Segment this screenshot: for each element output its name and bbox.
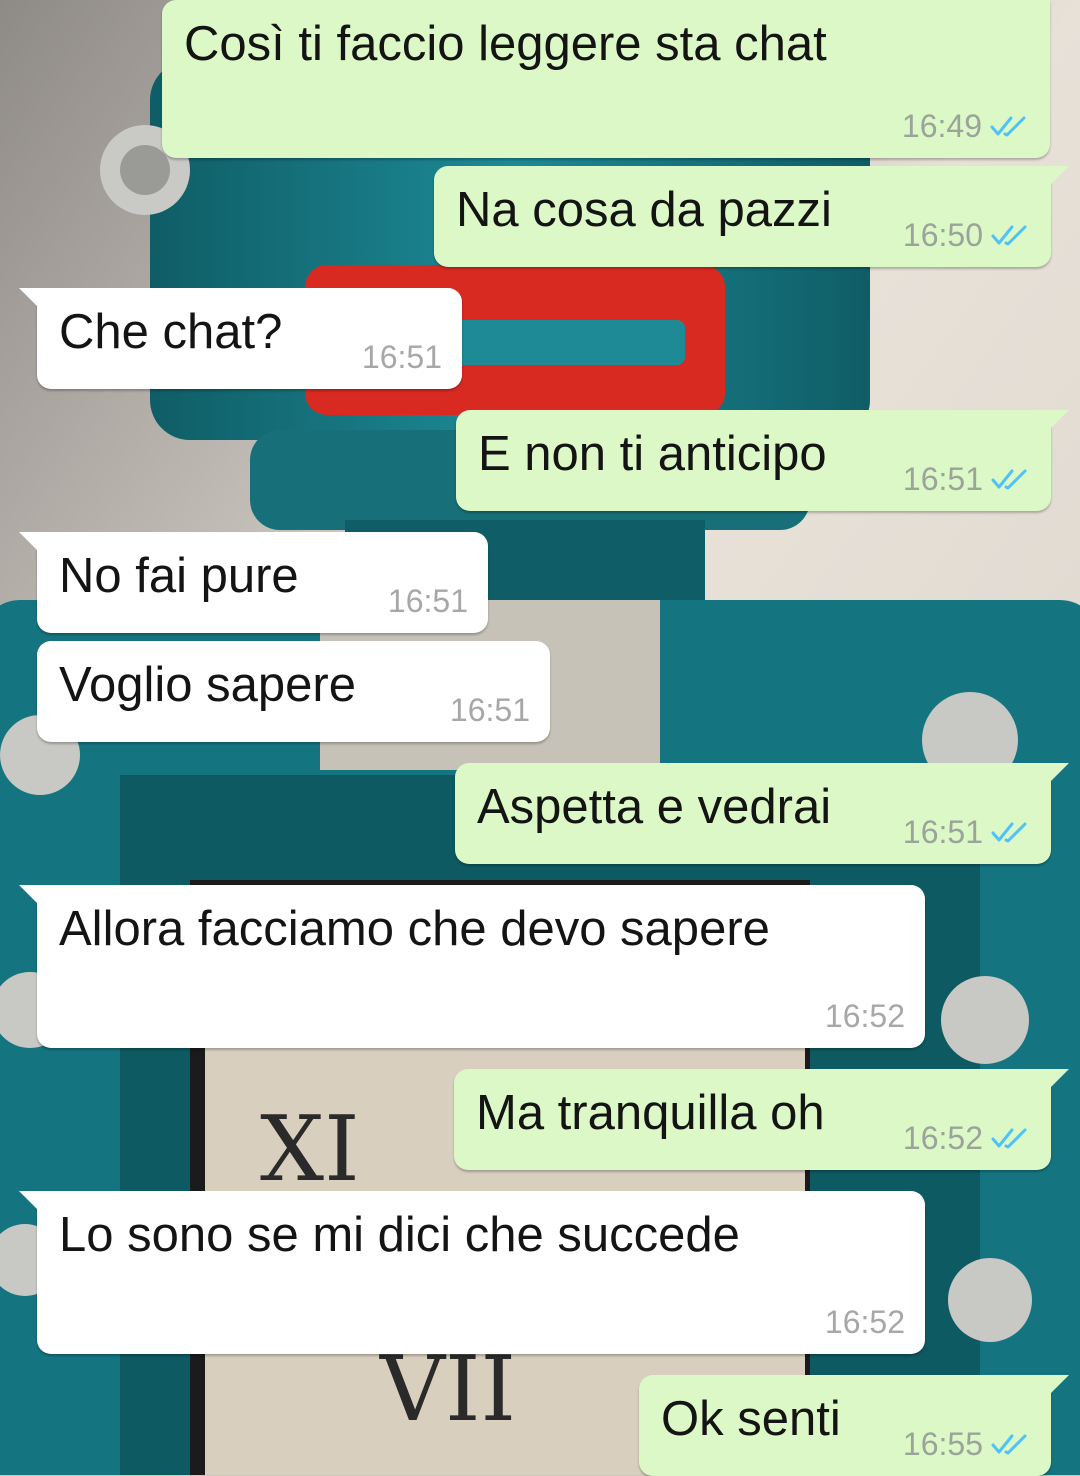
message-text: Ma tranquilla oh [476,1086,825,1140]
message-text: Aspetta e vedrai [477,780,832,834]
message-bubble-incoming[interactable]: Lo sono se mi dici che succede 16:52 [19,1191,925,1354]
message-bubble-outgoing[interactable]: Ok senti 16:55 [639,1375,1069,1476]
message-time: 16:50 [902,217,983,253]
bubble-tail [1049,763,1069,783]
bubble-tail [1049,410,1069,430]
message-text: No fai pure [59,549,299,603]
bubble-tail [1049,1069,1069,1089]
message-meta: 16:52 [825,998,905,1034]
message-bubble-incoming[interactable]: Allora facciamo che devo sapere 16:52 [19,885,925,1048]
message-meta: 16:51 [362,339,442,375]
bubble-tail [19,1191,39,1211]
message-time: 16:49 [901,108,982,144]
message-text: Na cosa da pazzi [456,183,832,237]
message-bubble-incoming[interactable]: Che chat? 16:51 [19,288,462,389]
message-meta: 16:52 [903,1120,1031,1156]
message-time: 16:52 [902,1120,983,1156]
message-meta: 16:50 [903,217,1031,253]
message-meta: 16:51 [450,692,530,728]
read-double-tick-icon [991,822,1027,843]
read-double-tick-icon [991,225,1027,246]
message-meta: 16:52 [825,1304,905,1340]
read-double-tick-icon [990,116,1026,137]
read-double-tick-icon [991,1128,1027,1149]
message-time: 16:51 [361,339,442,375]
message-time: 16:51 [449,692,530,728]
message-bubble-outgoing[interactable]: E non ti anticipo 16:51 [456,410,1069,511]
message-text: Ok senti [661,1392,841,1446]
read-double-tick-icon [991,1434,1027,1455]
read-double-tick-icon [991,469,1027,490]
message-bubble-outgoing[interactable]: Na cosa da pazzi 16:50 [434,166,1069,267]
message-bubble-outgoing[interactable]: Aspetta e vedrai 16:51 [455,763,1069,864]
message-text: Lo sono se mi dici che succede [59,1208,740,1262]
message-text: Allora facciamo che devo sapere [59,902,770,956]
message-meta: 16:51 [903,461,1031,497]
message-bubble-incoming[interactable]: Voglio sapere 16:51 [37,641,550,742]
bubble-tail [1049,1375,1069,1395]
message-time: 16:52 [824,998,905,1034]
message-meta: 16:51 [903,814,1031,850]
message-meta: 16:55 [903,1426,1031,1462]
svg-text:XI: XI [260,1097,360,1202]
message-text: Così ti faccio leggere sta chat [184,17,827,71]
message-bubble-incoming[interactable]: No fai pure 16:51 [19,532,488,633]
message-time: 16:55 [902,1426,983,1462]
message-text: Voglio sapere [59,658,356,712]
bubble-tail [19,885,39,905]
message-bubble-outgoing[interactable]: Così ti faccio leggere sta chat 16:49 [162,0,1050,158]
bubble-tail [19,288,39,308]
message-meta: 16:49 [902,108,1030,144]
message-bubble-outgoing[interactable]: Ma tranquilla oh 16:52 [454,1069,1069,1170]
message-meta: 16:51 [388,583,468,619]
bubble-tail [1049,166,1069,186]
message-text: E non ti anticipo [478,427,827,481]
message-time: 16:51 [902,461,983,497]
message-time: 16:52 [824,1304,905,1340]
message-time: 16:51 [902,814,983,850]
message-time: 16:51 [387,583,468,619]
message-text: Che chat? [59,305,283,359]
bubble-tail [19,532,39,552]
